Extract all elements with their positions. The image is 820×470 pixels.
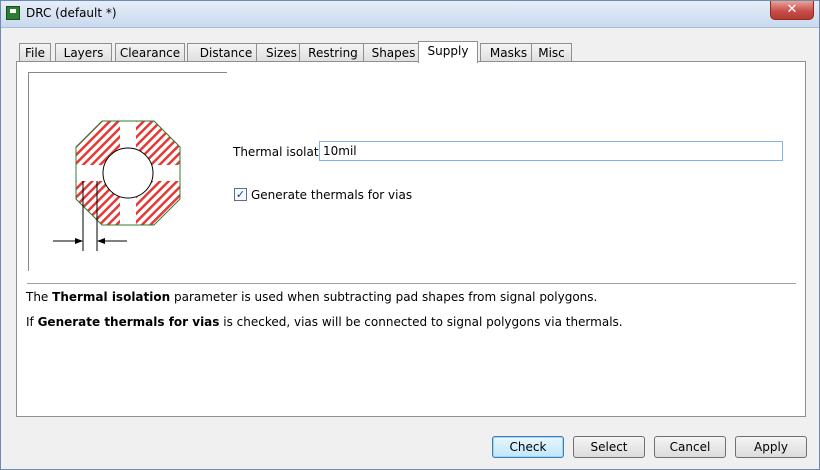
help-text-generate-thermals: If Generate thermals for vias is checked… [26,315,623,329]
thermal-isolation-input[interactable] [319,141,783,161]
title-bar: DRC (default *) ✕ [1,1,819,28]
tab-file[interactable]: File [19,43,51,62]
generate-thermals-label[interactable]: Generate thermals for vias [251,188,412,202]
checkmark-icon: ✓ [235,188,246,201]
tab-distance[interactable]: Distance [187,43,265,62]
check-button[interactable]: Check [492,436,564,458]
separator [27,283,796,284]
tab-layers[interactable]: Layers [55,43,112,62]
close-button[interactable]: ✕ [770,1,814,20]
supply-panel: Thermal isolation ✓ Generate thermals fo… [16,61,806,417]
help-1-pre: The [26,290,53,304]
tab-shapes[interactable]: Shapes [363,43,424,62]
help-1-post: parameter is used when subtracting pad s… [170,290,598,304]
select-button[interactable]: Select [573,436,645,458]
help-2-bold: Generate thermals for vias [37,315,220,329]
apply-button[interactable]: Apply [735,436,807,458]
help-1-bold: Thermal isolation [52,290,171,304]
app-icon [6,6,20,20]
thermal-diagram [28,72,227,271]
tab-misc[interactable]: Misc [531,43,572,62]
cancel-button[interactable]: Cancel [654,436,726,458]
tab-restring[interactable]: Restring [299,43,367,62]
help-text-thermal-isolation: The Thermal isolation parameter is used … [26,290,597,304]
help-2-pre: If [26,315,38,329]
window-title: DRC (default *) [26,6,117,20]
help-2-post: is checked, vias will be connected to si… [219,315,623,329]
thermal-pad-illustration [53,120,181,251]
tab-supply[interactable]: Supply [418,41,478,63]
drill-hole [102,147,154,199]
drc-dialog: DRC (default *) ✕ File Layers Clearance … [0,0,820,470]
tab-masks[interactable]: Masks [480,43,537,62]
generate-thermals-checkbox[interactable]: ✓ [234,188,247,201]
tab-clearance[interactable]: Clearance [115,43,185,62]
